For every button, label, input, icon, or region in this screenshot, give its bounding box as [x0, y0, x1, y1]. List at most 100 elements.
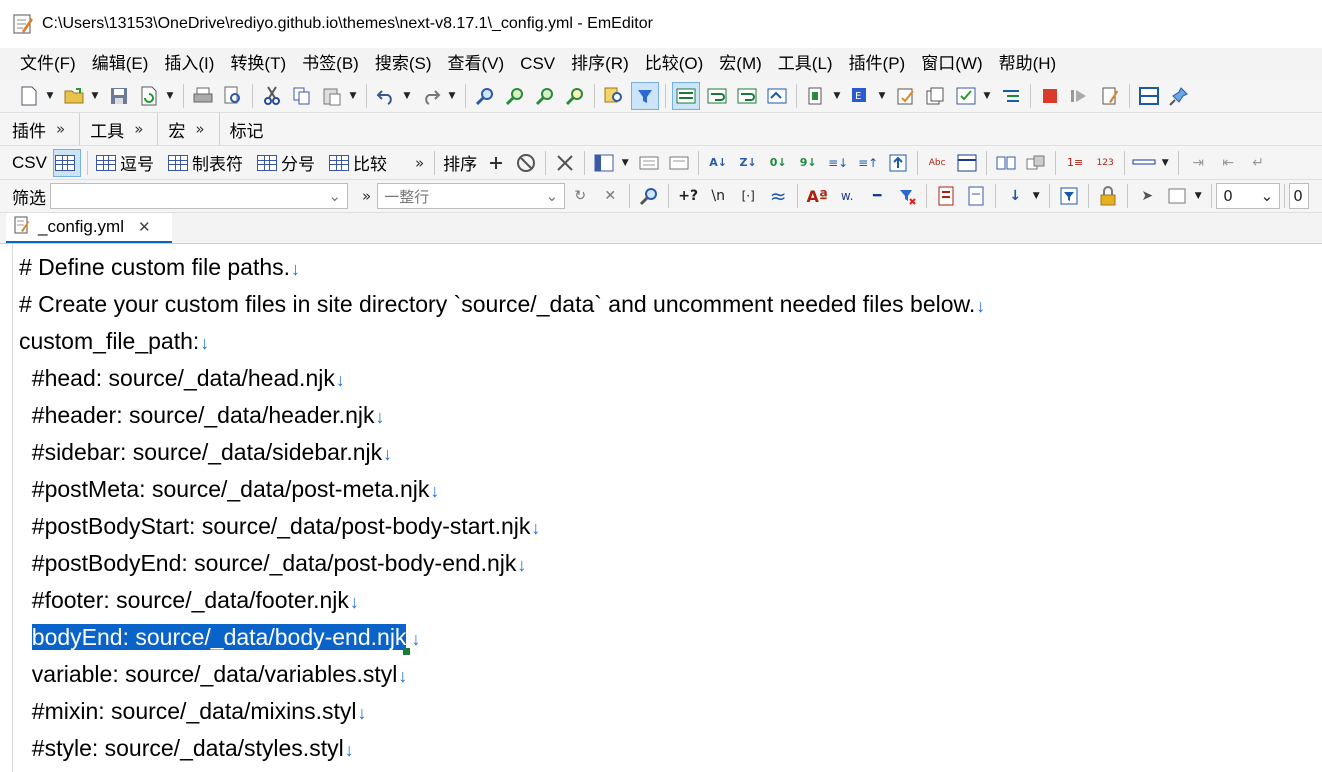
encoding-dropdown-chevron-icon[interactable]: ▼	[876, 83, 888, 109]
wrap-by-chars-icon[interactable]	[704, 83, 730, 109]
semicolon-mode-button[interactable]: 分号	[256, 150, 315, 175]
configuration-icon[interactable]	[803, 83, 829, 109]
sort-incremental-icon[interactable]	[885, 150, 911, 176]
marker-bar-icon[interactable]	[1131, 150, 1157, 176]
sync-scroll-icon[interactable]	[1023, 150, 1049, 176]
refresh-filter-icon[interactable]: ↻	[567, 183, 593, 209]
filter-toggle-icon[interactable]	[631, 82, 659, 110]
menu-plugins[interactable]: 插件(P)	[841, 50, 914, 78]
match-case-icon[interactable]: Aª	[804, 183, 830, 209]
wrap-indent-icon[interactable]: ↵	[1245, 150, 1271, 176]
menu-macros[interactable]: 宏(M)	[711, 50, 769, 78]
print-icon[interactable]	[190, 83, 216, 109]
filter-document-icon[interactable]	[963, 183, 989, 209]
reload-icon[interactable]	[136, 83, 162, 109]
save-icon[interactable]	[106, 83, 132, 109]
plugins-more-chevron-icon[interactable]: »	[50, 120, 71, 138]
filter-dropdown-chevron-icon[interactable]: ⌄	[328, 187, 341, 205]
split-window-icon[interactable]	[1136, 83, 1162, 109]
edit-macro-icon[interactable]	[1097, 83, 1123, 109]
customize-icon[interactable]	[893, 83, 919, 109]
context-lines-dropdown-chevron-icon[interactable]: ⌄	[1261, 187, 1274, 205]
filter-next-dropdown-chevron-icon[interactable]: ▼	[1030, 183, 1042, 209]
undo-dropdown-chevron-icon[interactable]: ▼	[401, 83, 413, 109]
compare-mode-button[interactable]: 比较	[328, 150, 387, 175]
sort-0-to-9-icon[interactable]: 0↓	[765, 150, 791, 176]
indent-guide-icon[interactable]: ⇥	[1185, 150, 1211, 176]
spell-check-icon[interactable]	[953, 83, 979, 109]
menu-insert[interactable]: 插入(I)	[156, 50, 222, 78]
bookmark-brackets-button[interactable]: [·]	[735, 183, 761, 209]
negative-filter-icon[interactable]: ━	[864, 183, 890, 209]
spell-check-dropdown-chevron-icon[interactable]: ▼	[981, 83, 993, 109]
sort-z-to-a-icon[interactable]: Z↓	[735, 150, 761, 176]
reload-dropdown-chevron-icon[interactable]: ▼	[164, 83, 176, 109]
new-file-icon[interactable]	[16, 83, 42, 109]
column-select-dropdown-chevron-icon[interactable]: ▼	[619, 150, 631, 176]
wrap-by-window-icon[interactable]	[734, 83, 760, 109]
text-editor[interactable]: # Define custom file paths.↓ # Create yo…	[0, 244, 1322, 772]
menu-search[interactable]: 搜索(S)	[367, 50, 440, 78]
compare-columns-icon[interactable]	[993, 150, 1019, 176]
marker-dropdown-chevron-icon[interactable]: ▼	[1159, 150, 1171, 176]
pointer-icon[interactable]: ➤	[1134, 183, 1160, 209]
clear-filter-icon[interactable]: ✕	[597, 183, 623, 209]
spell-abc-icon[interactable]: Abc	[924, 150, 950, 176]
print-preview-icon[interactable]	[220, 83, 246, 109]
configuration-dropdown-chevron-icon[interactable]: ▼	[831, 83, 843, 109]
escape-sequence-button[interactable]: \n	[705, 183, 731, 209]
menu-window[interactable]: 窗口(W)	[913, 50, 990, 78]
sort-short-to-long-icon[interactable]: ≡↓	[825, 150, 851, 176]
menu-tools[interactable]: 工具(L)	[770, 50, 841, 78]
find-next-icon[interactable]	[502, 83, 528, 109]
stop-recording-icon[interactable]	[1037, 83, 1063, 109]
customize-all-icon[interactable]	[923, 83, 949, 109]
filter-mode-dropdown-chevron-icon[interactable]: ⌄	[546, 187, 559, 205]
add-sort-plus-icon[interactable]	[483, 150, 509, 176]
outline-icon[interactable]	[998, 83, 1024, 109]
find-icon[interactable]	[472, 83, 498, 109]
replace-icon[interactable]	[562, 83, 588, 109]
open-folder-icon[interactable]	[61, 83, 87, 109]
filter-bar-icon[interactable]	[1056, 183, 1082, 209]
delete-column-icon[interactable]	[666, 150, 692, 176]
copy-icon[interactable]	[289, 83, 315, 109]
tools-more-chevron-icon[interactable]: »	[128, 120, 149, 138]
fuzzy-match-icon[interactable]: ≈	[765, 183, 791, 209]
menu-help[interactable]: 帮助(H)	[991, 50, 1065, 78]
menu-csv[interactable]: CSV	[512, 50, 563, 78]
tab-config-yml[interactable]: _config.yml ✕	[6, 213, 172, 243]
sort-9-to-0-icon[interactable]: 9↓	[795, 150, 821, 176]
paste-icon[interactable]	[319, 83, 345, 109]
menu-view[interactable]: 查看(V)	[440, 50, 513, 78]
ruler-icon[interactable]: 123	[1092, 150, 1118, 176]
context-lines-select[interactable]: 0 ⌄	[1216, 183, 1281, 209]
undo-icon[interactable]	[373, 83, 399, 109]
comma-mode-button[interactable]: 逗号	[95, 150, 154, 175]
sort-a-to-z-icon[interactable]: A↓	[705, 150, 731, 176]
menu-bookmarks[interactable]: 书签(B)	[294, 50, 367, 78]
column-select-icon[interactable]	[591, 150, 617, 176]
wrap-by-page-icon[interactable]	[764, 83, 790, 109]
insert-column-icon[interactable]	[636, 150, 662, 176]
outdent-guide-icon[interactable]: ⇤	[1215, 150, 1241, 176]
macros-more-chevron-icon[interactable]: »	[189, 120, 210, 138]
menu-edit[interactable]: 编辑(E)	[84, 50, 157, 78]
close-tab-icon[interactable]: ✕	[138, 218, 151, 236]
menu-compare[interactable]: 比较(O)	[637, 50, 712, 78]
open-dropdown-chevron-icon[interactable]: ▼	[89, 83, 101, 109]
filter-mode-select[interactable]: 一整行 ⌄	[377, 183, 566, 209]
word-wrap-none-icon[interactable]	[672, 82, 700, 110]
layout-dropdown-chevron-icon[interactable]: ▼	[1192, 183, 1204, 209]
redo-icon[interactable]	[418, 83, 444, 109]
lock-icon[interactable]	[1095, 183, 1121, 209]
menu-convert[interactable]: 转换(T)	[222, 50, 294, 78]
regex-toggle-button[interactable]: +?	[675, 183, 701, 209]
new-dropdown-chevron-icon[interactable]: ▼	[44, 83, 56, 109]
clear-sort-icon[interactable]	[513, 150, 539, 176]
run-macro-icon[interactable]	[1067, 83, 1093, 109]
advanced-filter-icon[interactable]	[636, 183, 662, 209]
tab-mode-button[interactable]: 制表符	[167, 150, 243, 175]
pin-icon[interactable]	[1166, 83, 1192, 109]
filter-more-chevron-icon[interactable]: »	[356, 187, 377, 205]
